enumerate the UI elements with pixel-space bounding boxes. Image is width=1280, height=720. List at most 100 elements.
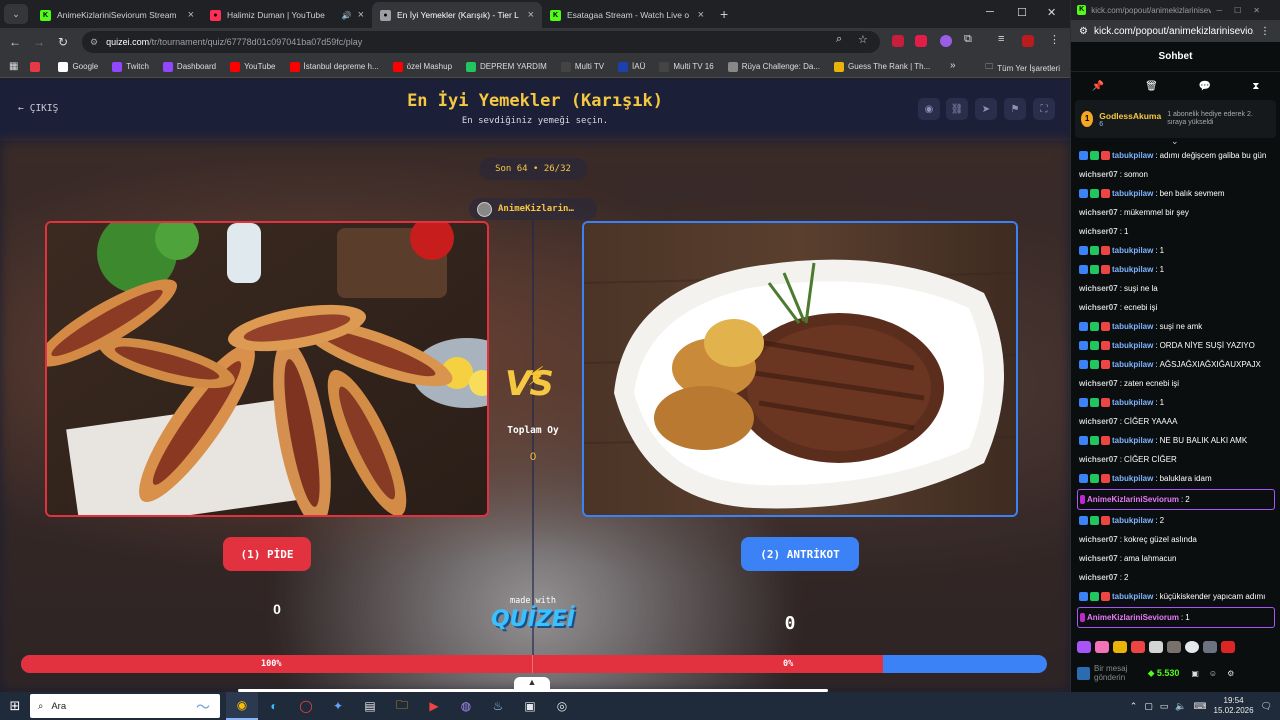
chat-username[interactable]: tabukpilaw [1112, 398, 1153, 408]
creator-badge[interactable]: AnimeKizlarin… [469, 198, 597, 220]
bookmark-item[interactable]: özel Mashup [392, 61, 452, 72]
zoom-icon[interactable]: ⌕ [836, 33, 842, 46]
chat-username[interactable]: wichser07 [1079, 573, 1118, 583]
tab-search-button[interactable]: ⌄ [4, 4, 28, 24]
option-card-left[interactable] [45, 221, 489, 517]
back-icon[interactable]: ← [3, 35, 27, 49]
chat-username[interactable]: tabukpilaw [1112, 322, 1153, 332]
extension-icon[interactable] [892, 35, 904, 47]
all-bookmarks-folder[interactable]: 🗀 Tüm Yer İşaretleri [985, 61, 1060, 75]
trash-icon[interactable]: 🗑 [1145, 81, 1158, 92]
chat-username[interactable]: wichser07 [1079, 303, 1118, 313]
calculator-icon[interactable]: ▤ [354, 692, 386, 720]
speaker-icon[interactable]: 🔊 [342, 11, 352, 20]
edge-icon[interactable]: ◐ [258, 692, 290, 720]
browser-tab[interactable]: ● En İyi Yemekler (Karışık) - Tier L × [372, 2, 542, 28]
emote-icon[interactable] [1149, 641, 1163, 653]
extensions-puzzle-icon[interactable]: ⧉ [964, 33, 972, 46]
menu-kebab-icon[interactable]: ⋮ [1260, 26, 1270, 37]
epic-games-icon[interactable]: ▣ [514, 692, 546, 720]
vote-button-left[interactable]: (1) PİDE [223, 537, 311, 571]
link-icon[interactable]: ⛓ [946, 98, 968, 120]
chrome-icon[interactable]: ◉ [226, 692, 258, 720]
site-info-icon[interactable]: ⚙ [1079, 26, 1088, 37]
chat-input[interactable]: Bir mesaj gönderin [1094, 664, 1138, 682]
youtube-icon[interactable]: ▶ [418, 692, 450, 720]
menu-kebab-icon[interactable]: ⋮ [1049, 33, 1060, 46]
bookmark-star-icon[interactable]: ☆ [858, 33, 868, 46]
emote-icon[interactable] [1095, 641, 1109, 653]
extension-icon[interactable] [915, 35, 927, 47]
emote-icon[interactable] [1113, 641, 1127, 653]
chat-username[interactable]: wichser07 [1079, 227, 1118, 237]
chat-username[interactable]: wichser07 [1079, 535, 1118, 545]
bookmark-item[interactable]: İstanbul depreme h... [289, 61, 379, 72]
bookmark-item[interactable]: YouTube [230, 61, 276, 72]
chat-username[interactable]: wichser07 [1079, 417, 1118, 427]
chat-username[interactable]: tabukpilaw [1112, 341, 1153, 351]
discord-icon[interactable]: ◍ [450, 692, 482, 720]
keyboard-icon[interactable]: ⌨ [1194, 701, 1207, 712]
chat-username[interactable]: tabukpilaw [1112, 474, 1153, 484]
network-icon[interactable]: ▭ [1160, 701, 1169, 712]
emote-icon[interactable] [1203, 641, 1217, 653]
bookmark-item[interactable]: Multi TV 16 [659, 61, 714, 72]
quizei-logo[interactable]: QUİZEİ [480, 607, 586, 632]
close-tab-icon[interactable]: × [358, 9, 364, 21]
bookmark-item[interactable]: DEPREM YARDIM [466, 61, 547, 72]
address-bar[interactable]: ⚙ quizei.com/tr/tournament/quiz/67778d01… [82, 31, 880, 53]
chat-username[interactable]: wichser07 [1079, 455, 1118, 465]
close-tab-icon[interactable]: × [528, 9, 534, 21]
chat-username[interactable]: tabukpilaw [1112, 592, 1153, 602]
bookmark-item[interactable]: Google [58, 61, 98, 72]
settings-icon[interactable]: ⚙ [1227, 669, 1234, 678]
emoji-icon[interactable]: ☺ [1209, 669, 1217, 678]
gift-icon[interactable]: ▣ [1191, 669, 1199, 678]
chat-bubble-icon[interactable]: 💬 [1199, 81, 1211, 92]
notification-icon[interactable]: 🗨 [1261, 701, 1272, 712]
bookmark-item[interactable]: Guess The Rank | Th... [833, 61, 930, 72]
emote-icon[interactable] [1077, 641, 1091, 653]
extension-icon[interactable] [940, 35, 952, 47]
windows-start-icon[interactable]: ⊞ [0, 698, 30, 714]
opera-icon[interactable]: ◯ [290, 692, 322, 720]
chat-username[interactable]: wichser07 [1079, 554, 1118, 564]
obs-icon[interactable]: ◎ [546, 692, 578, 720]
chevron-up-icon[interactable]: ⌃ [1130, 701, 1138, 712]
points-balance[interactable]: ⬥ 5.530 [1148, 668, 1179, 679]
tray-app-icon[interactable]: ▢ [1144, 701, 1153, 712]
new-tab-button[interactable]: + [720, 6, 728, 22]
site-info-icon[interactable]: ⚙ [90, 37, 98, 48]
apps-grid-icon[interactable]: ▦ [9, 61, 18, 72]
close-window-icon[interactable]: ✕ [1047, 6, 1056, 19]
window-controls-icon[interactable]: ─☐✕ [1216, 6, 1272, 15]
browser-tab[interactable]: K Esatagaa Stream - Watch Live o × [542, 2, 712, 28]
chat-username[interactable]: tabukpilaw [1112, 246, 1153, 256]
emote-icon[interactable] [1167, 641, 1181, 653]
pin-icon[interactable]: 📌 [1092, 81, 1104, 92]
bookmark-item[interactable]: İAÜ [618, 61, 645, 72]
fullscreen-icon[interactable]: ⛶ [1033, 98, 1055, 120]
close-tab-icon[interactable]: × [188, 9, 194, 21]
minimize-icon[interactable]: ─ [986, 6, 994, 18]
share-icon[interactable]: ➤ [975, 98, 997, 120]
bookmark-item[interactable]: Multi TV [560, 61, 604, 72]
reload-icon[interactable]: ↻ [51, 35, 75, 49]
browser-tab[interactable]: ● Halimiz Duman | YouTube 🔊 × [202, 2, 372, 28]
chat-username[interactable]: tabukpilaw [1112, 436, 1153, 446]
volume-icon[interactable]: 🔈 [1175, 701, 1186, 712]
emote-icon[interactable] [1131, 641, 1145, 653]
hourglass-icon[interactable]: ⧗ [1252, 81, 1259, 92]
media-controls-icon[interactable]: ≡ [998, 33, 1004, 45]
chat-username[interactable]: wichser07 [1079, 379, 1118, 389]
taskbar-clock[interactable]: 19:54 15.02.2026 [1214, 696, 1254, 716]
chat-username[interactable]: tabukpilaw [1112, 360, 1153, 370]
profile-icon[interactable] [1022, 35, 1034, 47]
browser-tab[interactable]: K AnimeKizlariniSeviorum Stream × [32, 2, 202, 28]
forward-icon[interactable]: → [27, 35, 51, 49]
chat-username[interactable]: wichser07 [1079, 284, 1118, 294]
maximize-icon[interactable]: ☐ [1017, 6, 1027, 19]
bookmark-item[interactable]: Rüya Challenge: Da... [727, 61, 820, 72]
emote-icon[interactable] [1185, 641, 1199, 653]
bookmark-item[interactable]: Dashboard [162, 61, 216, 72]
